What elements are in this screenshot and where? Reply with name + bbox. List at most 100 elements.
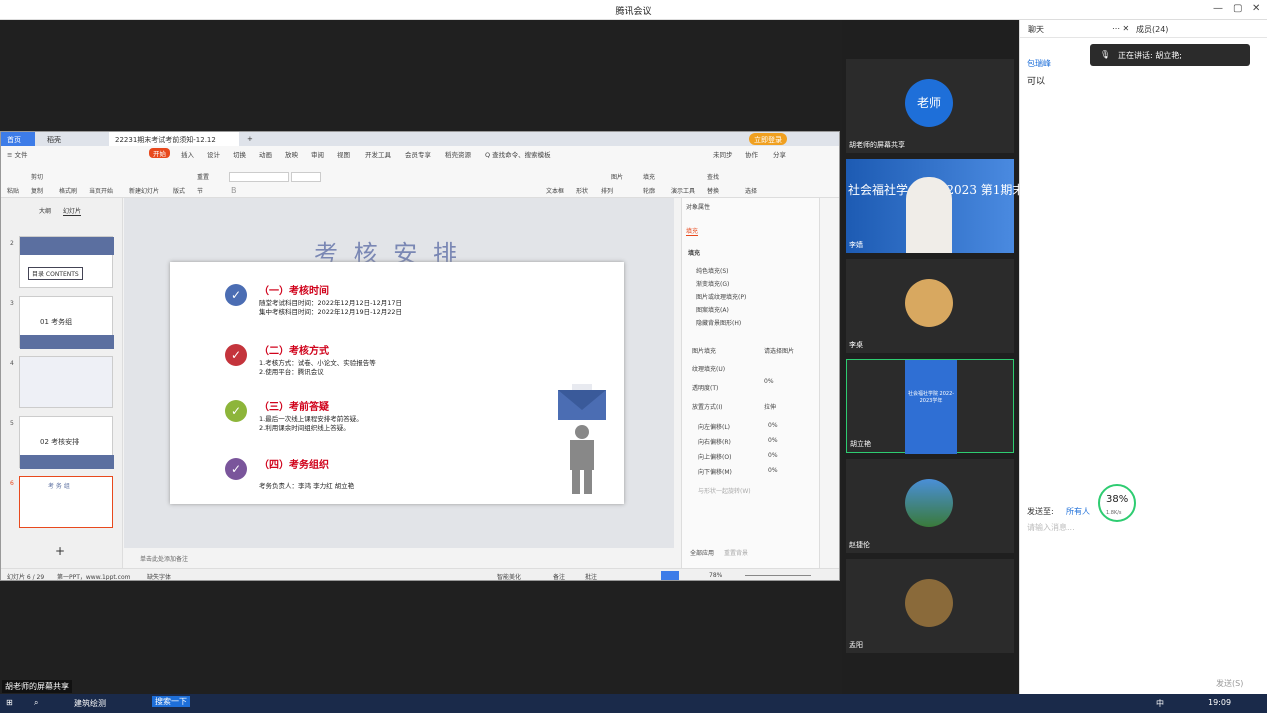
hide-background-checkbox[interactable]: 隐藏背景图形(H) — [696, 318, 741, 327]
slide-content-box[interactable]: ✓ （一）考核时间 随堂考试科目时间：2022年12月12日-12月17日 集中… — [170, 262, 624, 504]
missing-font-button[interactable]: 缺失字体 — [147, 572, 171, 580]
video-tile-teacher[interactable]: 老师 胡老师的屏幕共享 — [846, 59, 1014, 153]
tab-daoke[interactable]: 稻壳 — [41, 132, 101, 146]
prop-value-placement[interactable]: 拉伸 — [764, 402, 776, 411]
section-button[interactable]: 节 — [197, 186, 203, 195]
offset-up-input[interactable]: 0% — [768, 452, 778, 459]
reset-button[interactable]: 重置 — [197, 172, 209, 181]
notes-toggle-button[interactable]: 备注 — [553, 572, 565, 580]
fill-option-pattern[interactable]: 图案填充(A) — [696, 305, 729, 314]
send-button[interactable]: 发送(S) — [1216, 678, 1243, 689]
textbox-button[interactable]: 文本框 — [546, 186, 564, 195]
tab-members[interactable]: 成员(24) — [1136, 24, 1168, 35]
cut-button[interactable]: 剪切 — [31, 172, 43, 181]
prop-value-picture-select[interactable]: 请选择图片 — [764, 346, 794, 355]
offset-left-input[interactable]: 0% — [768, 422, 778, 429]
close-button[interactable]: ✕ — [1252, 3, 1260, 14]
fill-option-picture[interactable]: 图片或纹理填充(P) — [696, 292, 746, 301]
reset-background-button[interactable]: 重置背景 — [724, 548, 748, 557]
copy-button[interactable]: 复制 — [31, 186, 43, 195]
section-heading: （四）考务组织 — [259, 460, 329, 471]
tab-home[interactable]: 首页 — [1, 132, 35, 146]
menu-review[interactable]: 审阅 — [311, 149, 324, 159]
menu-collab[interactable]: 协作 — [745, 149, 758, 159]
video-tile-li-zhuo[interactable]: 李桌 — [846, 259, 1014, 353]
command-search[interactable]: Q 查找命令、搜索模板 — [485, 149, 551, 159]
paste-button[interactable]: 粘贴 — [7, 186, 19, 195]
section-heading: （三）考前答疑 — [259, 402, 329, 413]
video-tile-meng-yang[interactable]: 孟阳 — [846, 559, 1014, 653]
zoom-slider[interactable] — [745, 575, 811, 576]
message-input[interactable]: 请输入消息... — [1027, 522, 1075, 533]
add-slide-icon[interactable]: + — [55, 544, 65, 558]
menu-insert[interactable]: 插入 — [181, 149, 194, 159]
add-tab-button[interactable]: + — [241, 132, 259, 146]
video-tile-li-qiang[interactable]: 社会福社学 2022-2023 第1期末 线 前培训 李嫱 — [846, 159, 1080, 253]
apply-all-button[interactable]: 全部应用 — [690, 548, 714, 557]
layout-button[interactable]: 版式 — [173, 186, 185, 195]
offset-down-input[interactable]: 0% — [768, 467, 778, 474]
shape-button[interactable]: 形状 — [576, 186, 588, 195]
new-slide-button[interactable]: 新建幻灯片 — [129, 186, 159, 195]
menu-file[interactable]: ≡ 文件 — [7, 149, 28, 159]
presentation-tools-button[interactable]: 演示工具 — [671, 186, 695, 195]
fill-button[interactable]: 填充 — [643, 172, 655, 181]
participant-name: 李嫱 — [849, 241, 863, 249]
tab-outline[interactable]: 大纲 — [39, 206, 51, 215]
menu-design[interactable]: 设计 — [207, 149, 220, 159]
login-button[interactable]: 立即登录 — [749, 133, 787, 145]
zoom-level[interactable]: 78% — [709, 572, 722, 579]
start-from-current-button[interactable]: 当页开始 — [89, 186, 113, 195]
ime-indicator[interactable]: 中 — [1156, 698, 1164, 709]
bold-button[interactable]: B — [231, 186, 237, 195]
menu-animation[interactable]: 动画 — [259, 149, 272, 159]
font-name-select[interactable] — [229, 172, 289, 182]
fill-option-gradient[interactable]: 渐变填充(G) — [696, 279, 729, 288]
props-tab-fill[interactable]: 填充 — [686, 226, 699, 236]
restore-button[interactable]: ▢ — [1233, 3, 1242, 14]
prop-value-transparency[interactable]: 0% — [764, 378, 774, 385]
arrange-button[interactable]: 排列 — [601, 186, 613, 195]
smart-beautify-button[interactable]: 智能美化 — [497, 572, 521, 580]
menu-sync[interactable]: 未同步 — [713, 149, 733, 159]
menu-resources[interactable]: 稻壳资源 — [445, 149, 471, 159]
offset-right-input[interactable]: 0% — [768, 437, 778, 444]
fill-option-solid[interactable]: 纯色填充(S) — [696, 266, 729, 275]
picture-button[interactable]: 图片 — [611, 172, 623, 181]
slide-thumbnail-2[interactable]: 目录 CONTENTS — [19, 236, 114, 288]
menu-slideshow[interactable]: 放映 — [285, 149, 298, 159]
slide-thumbnail-4[interactable] — [19, 356, 113, 408]
start-icon[interactable]: ⊞ — [6, 698, 13, 707]
minimize-button[interactable]: — — [1213, 3, 1223, 14]
video-tile-hu-liyan[interactable]: 社会福社学院 2022-2023学年 胡立艳 — [846, 359, 1014, 454]
find-button[interactable]: 查找 — [707, 172, 719, 181]
taskbar-app-label[interactable]: 建筑绘测 — [74, 698, 106, 709]
font-size-select[interactable] — [291, 172, 321, 182]
video-tile-zhao-jielun[interactable]: 赵捷伦 — [846, 459, 1014, 553]
menu-start[interactable]: 开始 — [149, 148, 170, 158]
outline-button[interactable]: 轮廓 — [643, 186, 655, 195]
menu-devtools[interactable]: 开发工具 — [365, 149, 391, 159]
tab-slides[interactable]: 幻灯片 — [63, 206, 82, 216]
rotate-with-shape-checkbox[interactable]: 与形状一起旋转(W) — [698, 486, 751, 495]
slide-thumbnail-3[interactable]: 01 考务组 — [19, 296, 114, 349]
replace-button[interactable]: 替换 — [707, 186, 719, 195]
format-painter-button[interactable]: 格式刷 — [59, 186, 77, 195]
select-button[interactable]: 选择 — [745, 186, 757, 195]
menu-share[interactable]: 分享 — [773, 149, 786, 159]
chat-more-close[interactable]: ⋯ ✕ — [1112, 24, 1129, 33]
tab-chat[interactable]: 聊天 — [1028, 24, 1044, 35]
menu-member[interactable]: 会员专享 — [405, 149, 431, 159]
search-icon[interactable]: ⌕ — [34, 698, 38, 708]
notes-area[interactable]: 单击此处添加备注 — [124, 548, 681, 568]
send-to-select[interactable]: 所有人 — [1066, 506, 1090, 517]
play-slideshow-button[interactable] — [661, 571, 679, 580]
comments-button[interactable]: 批注 — [585, 572, 597, 580]
taskbar-search-button[interactable]: 搜索一下 — [152, 696, 190, 707]
tab-document[interactable]: 22231期末考试考前须知-12.12 — [109, 132, 239, 146]
slide-thumbnail-6[interactable]: 考 务 组 — [19, 476, 113, 528]
slide-thumbnail-5[interactable]: 02 考核安排 — [19, 416, 114, 469]
menu-transition[interactable]: 切换 — [233, 149, 246, 159]
object-properties-panel: 对象属性 填充 填充 纯色填充(S) 渐变填充(G) 图片或纹理填充(P) 图案… — [681, 198, 819, 568]
menu-view[interactable]: 视图 — [337, 149, 350, 159]
